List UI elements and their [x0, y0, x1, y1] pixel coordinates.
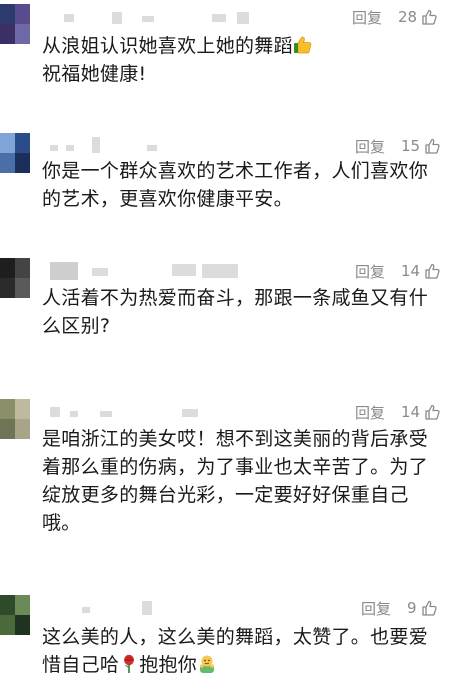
like-count: 14	[401, 403, 421, 421]
comment-text-line: 祝福她健康!	[42, 63, 147, 85]
comment-actions: 回复 14	[355, 401, 440, 423]
comment-item: 回复 9 这么美的人，这么美的舞蹈，太赞了。也要爱 惜自己哈 抱抱你	[0, 595, 466, 695]
username[interactable]	[42, 597, 262, 619]
like-count: 9	[407, 599, 417, 617]
comment-item: 回复 14 是咱浙江的美女哎！想不到这美丽的背后承受 着那么重的伤病，为了事业也…	[0, 399, 466, 539]
thumbs-up-icon[interactable]	[421, 9, 437, 25]
reply-button[interactable]: 回复	[355, 261, 385, 282]
comment-actions: 回复 28	[352, 6, 437, 28]
comment-text-line: 从浪姐认识她喜欢上她的舞蹈	[42, 35, 293, 57]
comment-actions: 回复 15	[355, 135, 440, 157]
reply-button[interactable]: 回复	[355, 402, 385, 423]
thumbs-up-emoji-icon	[293, 35, 313, 55]
comment-text-line: 着那么重的伤病，为了事业也太辛苦了。为了	[42, 456, 429, 478]
reply-button[interactable]: 回复	[355, 136, 385, 157]
comment-text: 你是一个群众喜欢的艺术工作者，人们喜欢你 的艺术，更喜欢你健康平安。	[42, 157, 452, 213]
comment-text-line: 这么美的人，这么美的舞蹈，太赞了。也要爱	[42, 626, 429, 648]
reply-button[interactable]: 回复	[352, 7, 382, 28]
avatar[interactable]	[0, 4, 30, 44]
like-count: 14	[401, 262, 421, 280]
comment-actions: 回复 14	[355, 260, 440, 282]
comment-text-line: 是咱浙江的美女哎！想不到这美丽的背后承受	[42, 428, 429, 450]
like-count: 15	[401, 137, 421, 155]
comment-text-line: 人活着不为热爱而奋斗，那跟一条咸鱼又有什	[42, 287, 429, 309]
reply-button[interactable]: 回复	[361, 598, 391, 619]
comment-text-line: 惜自己哈	[42, 654, 120, 676]
comment-text: 从浪姐认识她喜欢上她的舞蹈 祝福她健康!	[42, 32, 452, 88]
like-count: 28	[398, 8, 418, 26]
comment-text: 这么美的人，这么美的舞蹈，太赞了。也要爱 惜自己哈 抱抱你	[42, 623, 452, 679]
comment-text-line: 哦。	[42, 512, 81, 534]
comment-item: 回复 28 从浪姐认识她喜欢上她的舞蹈 祝福她健康!	[0, 4, 466, 85]
username[interactable]	[42, 260, 262, 282]
avatar[interactable]	[0, 595, 30, 635]
thumbs-up-icon[interactable]	[421, 600, 437, 616]
rose-emoji-icon	[119, 654, 139, 674]
comment-text-line: 的艺术，更喜欢你健康平安。	[42, 188, 293, 210]
thumbs-up-icon[interactable]	[424, 138, 440, 154]
username[interactable]	[42, 6, 262, 28]
comment-text: 人活着不为热爱而奋斗，那跟一条咸鱼又有什 么区别?	[42, 284, 452, 340]
hug-emoji-icon	[197, 654, 217, 674]
avatar[interactable]	[0, 258, 30, 298]
username[interactable]	[42, 135, 262, 157]
comment-text: 是咱浙江的美女哎！想不到这美丽的背后承受 着那么重的伤病，为了事业也太辛苦了。为…	[42, 425, 452, 537]
thumbs-up-icon[interactable]	[424, 404, 440, 420]
comment-item: 回复 14 人活着不为热爱而奋斗，那跟一条咸鱼又有什 么区别?	[0, 258, 466, 338]
avatar[interactable]	[0, 133, 30, 173]
comment-text-line: 你是一个群众喜欢的艺术工作者，人们喜欢你	[42, 160, 429, 182]
comment-text-line: 么区别?	[42, 315, 111, 337]
comment-actions: 回复 9	[361, 597, 437, 619]
thumbs-up-icon[interactable]	[424, 263, 440, 279]
avatar[interactable]	[0, 399, 30, 439]
comment-item: 回复 15 你是一个群众喜欢的艺术工作者，人们喜欢你 的艺术，更喜欢你健康平安。	[0, 133, 466, 213]
username[interactable]	[42, 401, 262, 423]
comment-text-line: 抱抱你	[139, 654, 198, 676]
comment-text-line: 绽放更多的舞台光彩，一定要好好保重自己	[42, 484, 409, 506]
